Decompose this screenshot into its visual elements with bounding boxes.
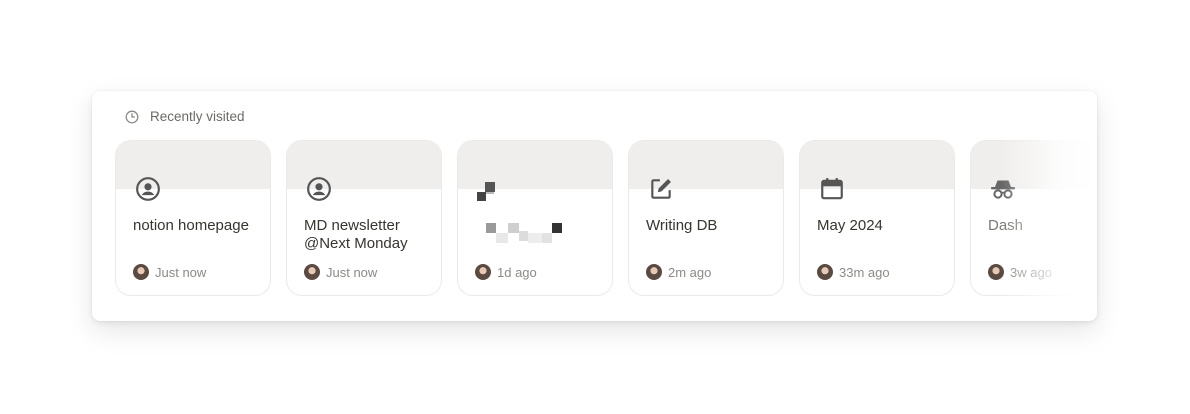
recent-page-card[interactable]: 1d ago [457,140,613,296]
card-title: Writing DB [646,217,718,234]
recent-page-card[interactable]: Writing DB 2m ago [628,140,784,296]
avatar [133,264,149,280]
card-meta: 3w ago [988,264,1052,280]
card-title: May 2024 [817,217,883,234]
recent-page-card[interactable]: MD newsletter @Next Monday Just now [286,140,442,296]
recent-page-card[interactable]: May 2024 33m ago [799,140,955,296]
calendar-icon [818,175,846,203]
avatar [475,264,491,280]
recently-visited-panel: Recently visited notion homepage Just no… [92,91,1097,321]
card-meta: 1d ago [475,264,537,280]
redacted-title [486,223,596,245]
avatar [646,264,662,280]
card-meta: Just now [133,264,206,280]
section-header: Recently visited [125,109,245,124]
card-meta: 2m ago [646,264,711,280]
card-timestamp: 1d ago [497,264,537,280]
card-title: MD newsletter @Next Monday [304,217,408,252]
clock-icon [125,110,139,124]
user-circle-icon [305,175,333,203]
recent-pages-list: notion homepage Just now MD newsletter @… [115,140,1097,296]
card-meta: 33m ago [817,264,890,280]
card-timestamp: 3w ago [1010,264,1052,280]
card-timestamp: Just now [326,264,378,280]
user-circle-icon [134,175,162,203]
card-timestamp: Just now [155,264,207,280]
recent-page-card[interactable]: Dash 3w ago [970,140,1097,296]
card-timestamp: 2m ago [668,264,712,280]
card-meta: Just now [304,264,377,280]
avatar [988,264,1004,280]
card-title: Dash [988,217,1024,234]
incognito-icon [989,175,1017,203]
avatar [304,264,320,280]
recent-page-card[interactable]: notion homepage Just now [115,140,271,296]
avatar [817,264,833,280]
card-timestamp: 33m ago [839,264,890,280]
card-title: notion homepage [133,217,249,234]
pixelated-icon [474,179,502,207]
edit-icon [647,175,675,203]
section-title: Recently visited [150,109,245,124]
